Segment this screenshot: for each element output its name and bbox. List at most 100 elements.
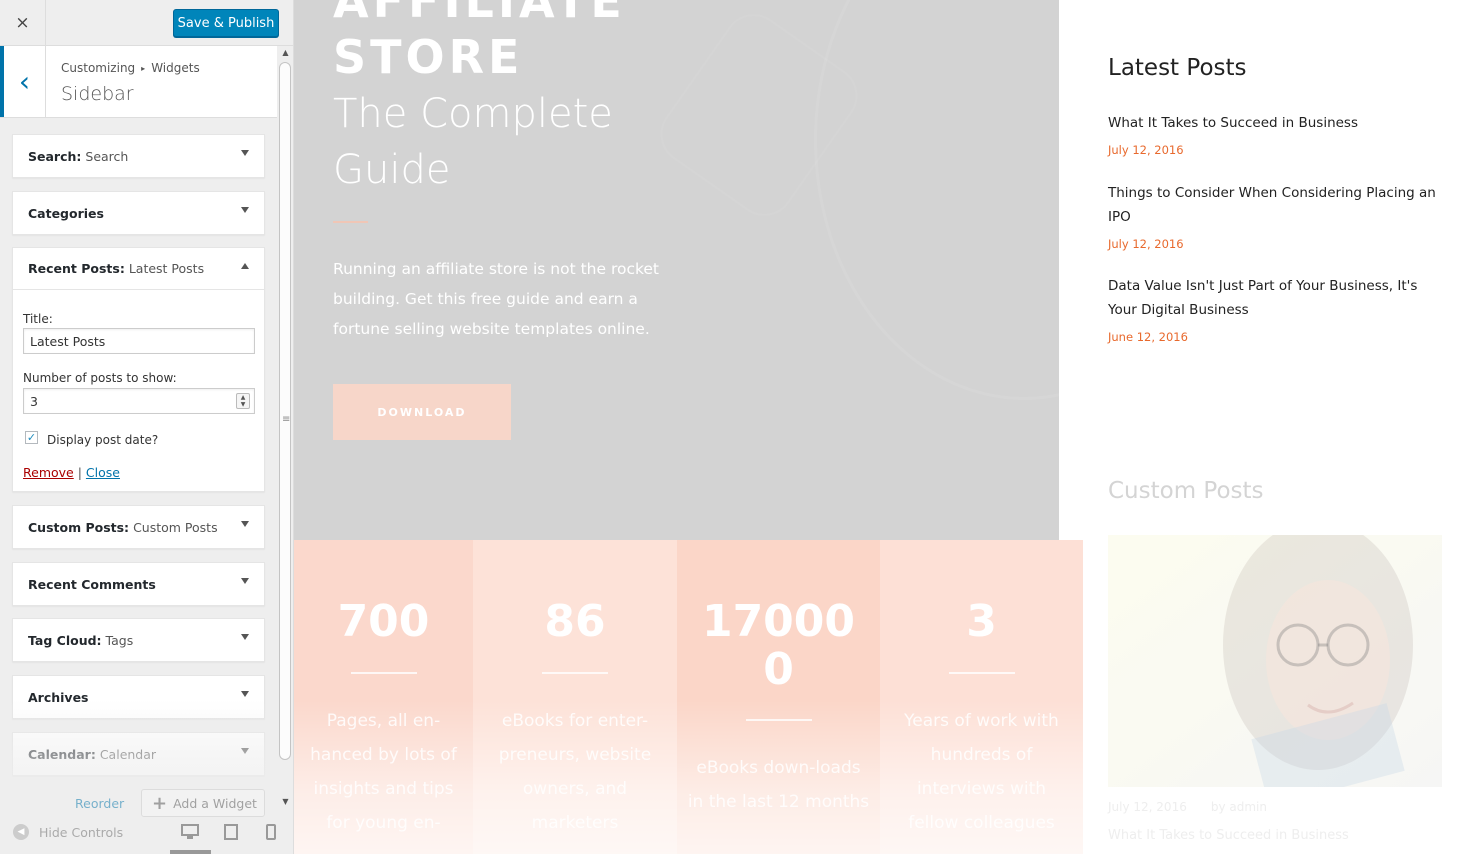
hero-decoration <box>814 0 1059 400</box>
hero-description: Running an affiliate store is not the ro… <box>333 260 660 338</box>
widget-custom-posts[interactable]: Custom Posts: Custom Posts <box>12 505 265 549</box>
custom-posts-title: Custom Posts <box>1108 478 1264 504</box>
section-header: ‹ Customizing ▸ Widgets Sidebar <box>0 46 277 118</box>
widget-custom-posts-header[interactable]: Custom Posts: Custom Posts <box>13 506 264 548</box>
display-date-checkbox[interactable]: ✓ <box>25 431 38 444</box>
latest-post-link[interactable]: What It Takes to Succeed in Business <box>1108 111 1448 135</box>
download-button[interactable]: DOWNLOAD <box>333 384 511 440</box>
breadcrumb-leaf: Widgets <box>151 61 200 75</box>
widget-archives-header[interactable]: Archives <box>13 676 264 718</box>
custom-post-image[interactable] <box>1108 535 1442 787</box>
save-publish-button[interactable]: Save & Publish <box>173 9 279 37</box>
widget-name: Archives <box>28 689 89 705</box>
grip-icon: ≡ <box>282 414 291 425</box>
widget-name: Tag Cloud: <box>28 632 102 648</box>
section-title: Sidebar <box>61 83 134 105</box>
caret-down-icon[interactable] <box>241 150 249 156</box>
customizer-panel: × Save & Publish ‹ Customizing ▸ Widgets… <box>0 0 294 854</box>
latest-post-item: Data Value Isn't Just Part of Your Busin… <box>1108 274 1448 344</box>
mobile-preview-icon[interactable] <box>266 824 276 844</box>
hero-subtitle: The Complete Guide <box>333 91 613 193</box>
customizer-topbar: × Save & Publish <box>0 0 293 46</box>
widget-name: Categories <box>28 205 104 221</box>
hero-heading-line2: STORE <box>333 30 524 84</box>
number-posts-input[interactable]: 3 ▲ ▼ <box>23 388 255 414</box>
widget-recent-posts: Recent Posts: Latest Posts Title: Latest… <box>12 247 265 492</box>
close-customizer-button[interactable]: × <box>0 0 46 45</box>
tablet-preview-icon[interactable] <box>224 824 238 844</box>
custom-post-meta: July 12, 2016 by admin <box>1108 800 1267 814</box>
hero-heading-line1: AFFILIATE <box>333 0 626 28</box>
latest-post-link[interactable]: Data Value Isn't Just Part of Your Busin… <box>1108 274 1448 322</box>
stat-number: 86 <box>544 596 606 647</box>
widget-calendar[interactable]: Calendar: Calendar <box>12 732 265 776</box>
stat-number: 3 <box>966 596 997 647</box>
site-preview: AFFILIATE STORE The Complete Guide Runni… <box>294 0 1471 854</box>
widget-title: Calendar <box>99 746 157 762</box>
widget-categories-header[interactable]: Categories <box>13 192 264 234</box>
latest-post-date: July 12, 2016 <box>1108 143 1184 157</box>
title-label: Title: <box>23 312 53 326</box>
remove-link[interactable]: Remove <box>23 465 74 480</box>
caret-down-icon[interactable] <box>241 691 249 697</box>
stat-block: 86 eBooks for enter-preneurs, website ow… <box>473 540 677 854</box>
plus-icon: + <box>152 792 168 814</box>
widget-name: Recent Posts: <box>28 261 125 276</box>
custom-post-date: July 12, 2016 <box>1108 800 1187 814</box>
stat-block: 3 Years of work with hundreds of intervi… <box>880 540 1083 854</box>
widget-recent-comments-header[interactable]: Recent Comments <box>13 563 264 605</box>
display-date-label: Display post date? <box>47 433 159 447</box>
back-button[interactable]: ‹ <box>0 46 46 117</box>
hide-controls-button[interactable]: ◀ Hide Controls <box>13 824 123 840</box>
title-input[interactable]: Latest Posts <box>23 328 255 354</box>
scroll-up-icon[interactable]: ▲ <box>277 46 293 60</box>
custom-post-author[interactable]: by admin <box>1211 800 1267 814</box>
add-widget-label: Add a Widget <box>173 795 257 811</box>
desktop-preview-icon[interactable] <box>181 824 199 844</box>
number-posts-label: Number of posts to show: <box>23 371 177 385</box>
widget-archives[interactable]: Archives <box>12 675 265 719</box>
breadcrumb-separator-icon: ▸ <box>141 63 146 73</box>
stat-number: 700 <box>337 596 430 647</box>
caret-down-icon[interactable] <box>241 207 249 213</box>
widget-name: Search: <box>28 148 82 164</box>
latest-post-link[interactable]: Things to Consider When Considering Plac… <box>1108 181 1448 229</box>
spinner-icon[interactable]: ▲ ▼ <box>236 393 250 409</box>
custom-post-link[interactable]: What It Takes to Succeed in Business <box>1108 828 1349 843</box>
stat-block: 700 Pages, all en-hanced by lots of insi… <box>294 540 473 854</box>
widget-recent-comments[interactable]: Recent Comments <box>12 562 265 606</box>
widget-tag-cloud[interactable]: Tag Cloud: Tags <box>12 618 265 662</box>
scrollbar-thumb[interactable]: ≡ <box>279 62 291 760</box>
stat-divider <box>542 672 608 674</box>
caret-down-icon[interactable] <box>241 521 249 527</box>
scroll-down-icon[interactable]: ▼ <box>277 795 293 809</box>
customizer-footer: ◀ Hide Controls <box>0 814 293 854</box>
latest-posts-title: Latest Posts <box>1108 55 1247 81</box>
reorder-link[interactable]: Reorder <box>75 796 124 811</box>
panel-scrollbar[interactable]: ▲ ≡ ▼ <box>277 46 293 816</box>
caret-down-icon[interactable] <box>241 634 249 640</box>
widget-recent-posts-header[interactable]: Recent Posts: Latest Posts <box>13 248 264 290</box>
add-widget-button[interactable]: + Add a Widget <box>141 789 265 817</box>
caret-down-icon[interactable] <box>241 748 249 754</box>
latest-post-date: July 12, 2016 <box>1108 237 1184 251</box>
breadcrumb-root: Customizing <box>61 61 136 75</box>
caret-down-icon[interactable] <box>241 578 249 584</box>
widget-search-header[interactable]: Search: Search <box>13 135 264 177</box>
caret-up-icon[interactable] <box>241 263 249 269</box>
widget-name: Recent Comments <box>28 576 156 592</box>
widget-search[interactable]: Search: Search <box>12 134 265 178</box>
stat-text: Years of work with hundreds of interview… <box>904 711 1059 833</box>
widget-calendar-header[interactable]: Calendar: Calendar <box>13 733 264 775</box>
widget-tag-cloud-header[interactable]: Tag Cloud: Tags <box>13 619 264 661</box>
close-link[interactable]: Close <box>86 465 120 480</box>
widget-categories[interactable]: Categories <box>12 191 265 235</box>
widget-title: Search <box>85 148 129 164</box>
widget-name: Calendar: <box>28 746 96 762</box>
widget-title: Custom Posts <box>133 519 218 535</box>
active-device-indicator <box>170 850 211 854</box>
stat-text: Pages, all en-hanced by lots of insights… <box>310 711 457 833</box>
hero-section: AFFILIATE STORE The Complete Guide Runni… <box>294 0 1059 540</box>
collapse-icon: ◀ <box>13 824 29 840</box>
hero-divider <box>333 221 368 223</box>
